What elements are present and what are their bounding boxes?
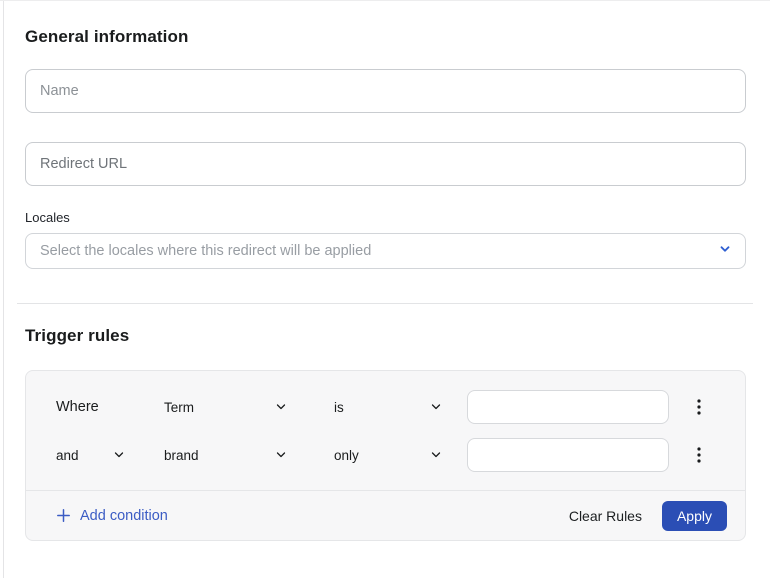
chevron-down-icon <box>111 447 127 463</box>
rule-connector-cell: and <box>56 447 164 463</box>
rule-field-select[interactable]: Term <box>164 399 289 415</box>
rules-body: Where Term is <box>26 371 745 490</box>
chevron-down-icon <box>428 399 444 415</box>
clear-rules-button[interactable]: Clear Rules <box>569 508 642 524</box>
add-condition-button[interactable]: Add condition <box>56 508 168 524</box>
trigger-rules-card: Where Term is <box>25 370 746 541</box>
rules-footer: Add condition Clear Rules Apply <box>26 490 745 540</box>
rule-field-select[interactable]: brand <box>164 447 289 463</box>
plus-icon <box>56 508 71 523</box>
rule-menu-button[interactable] <box>695 444 703 466</box>
vertical-dots-icon <box>697 399 701 415</box>
panel-left-edge <box>3 1 4 578</box>
redirect-url-input[interactable] <box>25 142 746 186</box>
add-condition-label: Add condition <box>80 508 168 524</box>
rule-operator-select[interactable]: is <box>334 399 444 415</box>
redirect-form-panel: General information Locales Select the l… <box>0 0 770 578</box>
rule-connector-cell: Where <box>56 399 164 415</box>
form-content: General information Locales Select the l… <box>0 1 770 541</box>
rule-value-input[interactable] <box>467 390 669 424</box>
chevron-down-icon <box>719 242 731 260</box>
chevron-down-icon <box>428 447 444 463</box>
rule-operator-value: only <box>334 448 359 463</box>
rule-field-value: brand <box>164 448 199 463</box>
name-input[interactable] <box>25 69 746 113</box>
rule-operator-select[interactable]: only <box>334 447 444 463</box>
rule-menu-button[interactable] <box>695 396 703 418</box>
chevron-down-icon <box>273 399 289 415</box>
rule-connector-select[interactable]: and <box>56 447 127 463</box>
locales-label: Locales <box>25 210 746 225</box>
locales-select[interactable]: Select the locales where this redirect w… <box>25 233 746 269</box>
vertical-dots-icon <box>697 447 701 463</box>
rule-value-input[interactable] <box>467 438 669 472</box>
rule-row: and brand only <box>26 438 745 472</box>
rule-row: Where Term is <box>26 390 745 424</box>
locales-placeholder: Select the locales where this redirect w… <box>40 243 371 259</box>
chevron-down-icon <box>273 447 289 463</box>
section-divider <box>17 303 753 304</box>
rule-field-value: Term <box>164 400 194 415</box>
trigger-rules-title: Trigger rules <box>25 326 746 346</box>
rule-operator-value: is <box>334 400 344 415</box>
general-information-title: General information <box>25 27 746 47</box>
rule-connector-label: Where <box>56 399 99 415</box>
apply-button[interactable]: Apply <box>662 501 727 531</box>
rule-connector-value: and <box>56 448 79 463</box>
